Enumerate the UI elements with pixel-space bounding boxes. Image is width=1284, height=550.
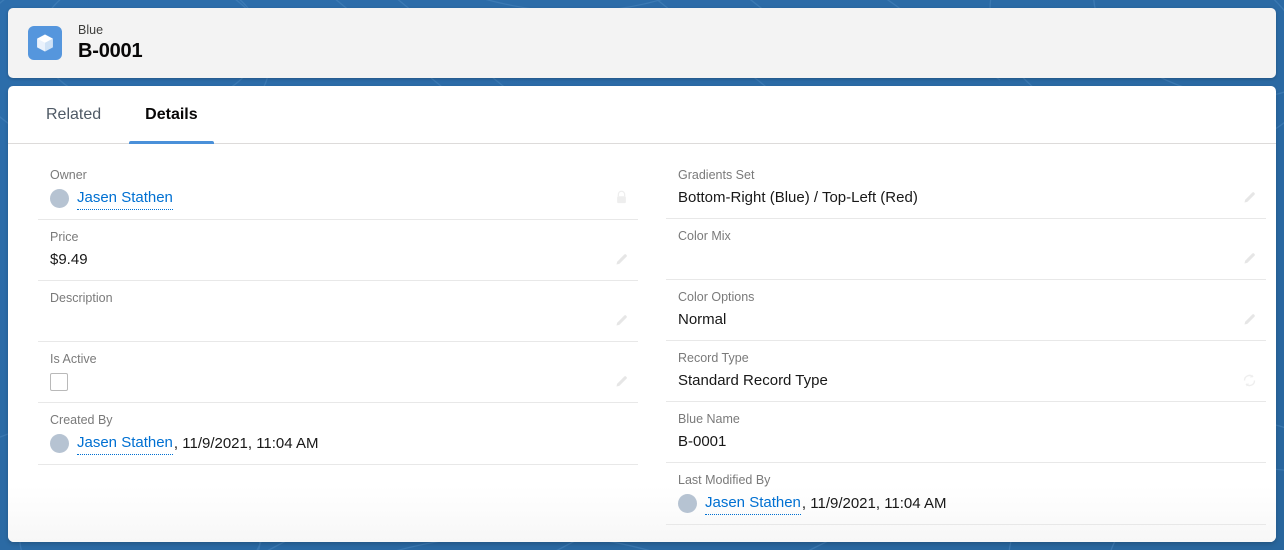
field-record-type: Record Type Standard Record Type bbox=[666, 341, 1266, 402]
field-color-mix-value bbox=[678, 248, 1230, 270]
details-fields-container: Owner Jasen Stathen Price $9.49 Descript… bbox=[8, 144, 1276, 542]
record-tabs: Related Details bbox=[8, 86, 1276, 144]
details-left-column: Owner Jasen Stathen Price $9.49 Descript… bbox=[38, 158, 638, 542]
owner-user-link[interactable]: Jasen Stathen bbox=[77, 187, 173, 210]
field-record-type-label: Record Type bbox=[678, 351, 749, 365]
header-text-block: Blue B-0001 bbox=[78, 22, 143, 64]
field-color-options-value: Normal bbox=[678, 311, 727, 328]
lock-icon bbox=[610, 187, 632, 209]
field-created-by: Created By Jasen Stathen , 11/9/2021, 11… bbox=[38, 403, 638, 465]
tab-details[interactable]: Details bbox=[123, 86, 219, 144]
avatar bbox=[50, 189, 69, 208]
field-price-value: $9.49 bbox=[50, 251, 88, 268]
cube-icon bbox=[28, 26, 62, 60]
page-title: B-0001 bbox=[78, 40, 143, 62]
field-blue-name-label: Blue Name bbox=[678, 412, 740, 426]
object-type-label: Blue bbox=[78, 23, 104, 37]
field-last-modified-by-label: Last Modified By bbox=[678, 473, 771, 487]
change-record-type-icon[interactable] bbox=[1238, 369, 1260, 391]
field-created-by-label: Created By bbox=[50, 413, 113, 427]
field-gradients-set: Gradients Set Bottom-Right (Blue) / Top-… bbox=[666, 158, 1266, 219]
field-owner: Owner Jasen Stathen bbox=[38, 158, 638, 220]
field-is-active-label: Is Active bbox=[50, 352, 97, 366]
field-blue-name-value: B-0001 bbox=[678, 433, 727, 450]
field-description-value bbox=[50, 310, 602, 332]
pencil-icon[interactable] bbox=[610, 370, 632, 392]
pencil-icon[interactable] bbox=[1238, 308, 1260, 330]
tab-details-label: Details bbox=[145, 105, 198, 123]
field-owner-label: Owner bbox=[50, 168, 87, 182]
details-right-column: Gradients Set Bottom-Right (Blue) / Top-… bbox=[666, 158, 1266, 542]
last-modified-by-timestamp: , 11/9/2021, 11:04 AM bbox=[801, 494, 947, 512]
pencil-icon[interactable] bbox=[1238, 186, 1260, 208]
field-color-mix: Color Mix bbox=[666, 219, 1266, 280]
record-detail-card: Related Details Owner Jasen Stathen Pric… bbox=[8, 86, 1276, 542]
field-description-label: Description bbox=[50, 291, 113, 305]
field-last-modified-by: Last Modified By Jasen Stathen , 11/9/20… bbox=[666, 463, 1266, 525]
field-color-options: Color Options Normal bbox=[666, 280, 1266, 341]
created-by-timestamp: , 11/9/2021, 11:04 AM bbox=[173, 434, 319, 452]
field-last-modified-by-value: Jasen Stathen , 11/9/2021, 11:04 AM bbox=[678, 492, 1230, 515]
field-price-label: Price bbox=[50, 230, 79, 244]
field-blue-name: Blue Name B-0001 bbox=[666, 402, 1266, 463]
field-record-type-value: Standard Record Type bbox=[678, 372, 828, 389]
pencil-icon[interactable] bbox=[610, 309, 632, 331]
field-price: Price $9.49 bbox=[38, 220, 638, 281]
field-gradients-set-value: Bottom-Right (Blue) / Top-Left (Red) bbox=[678, 189, 918, 206]
field-description: Description bbox=[38, 281, 638, 342]
field-gradients-set-label: Gradients Set bbox=[678, 168, 755, 182]
tab-related-label: Related bbox=[46, 105, 102, 123]
tab-related[interactable]: Related bbox=[36, 86, 123, 143]
pencil-icon[interactable] bbox=[1238, 247, 1260, 269]
is-active-checkbox[interactable] bbox=[50, 373, 68, 391]
field-color-mix-label: Color Mix bbox=[678, 229, 731, 243]
field-is-active-value bbox=[50, 371, 602, 393]
avatar bbox=[678, 494, 697, 513]
field-owner-value: Jasen Stathen bbox=[50, 187, 602, 210]
pencil-icon[interactable] bbox=[610, 248, 632, 270]
field-created-by-value: Jasen Stathen , 11/9/2021, 11:04 AM bbox=[50, 432, 602, 455]
record-header-card: Blue B-0001 bbox=[8, 8, 1276, 78]
last-modified-by-user-link[interactable]: Jasen Stathen bbox=[705, 492, 801, 515]
field-is-active: Is Active bbox=[38, 342, 638, 403]
field-color-options-label: Color Options bbox=[678, 290, 755, 304]
avatar bbox=[50, 434, 69, 453]
created-by-user-link[interactable]: Jasen Stathen bbox=[77, 432, 173, 455]
